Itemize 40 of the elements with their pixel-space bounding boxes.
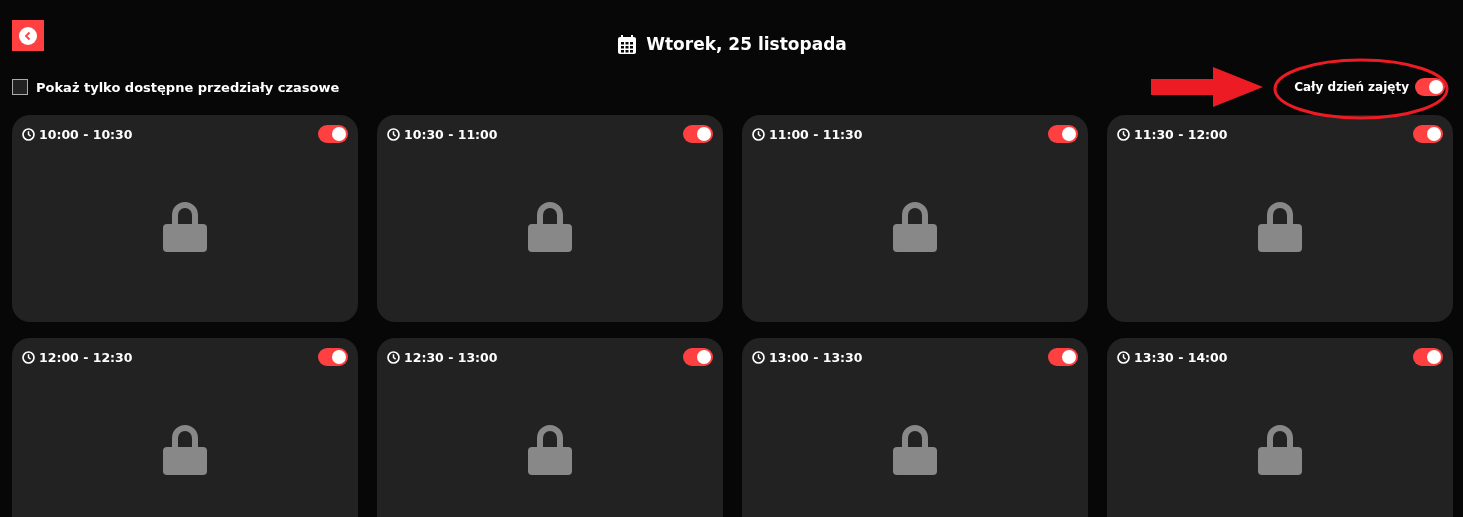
clock-icon [752, 127, 765, 141]
slot-time: 11:30 - 12:00 [1134, 126, 1228, 142]
lock-icon [528, 199, 572, 252]
slot-toggle[interactable] [1413, 348, 1443, 366]
clock-icon [1117, 127, 1130, 141]
calendar-icon [618, 34, 637, 54]
lock-icon [163, 199, 207, 252]
date-title: Wtorek, 25 listopada [646, 34, 847, 54]
slot-toggle[interactable] [683, 125, 713, 143]
slot-toggle[interactable] [318, 348, 348, 366]
full-day-toggle[interactable] [1415, 78, 1445, 96]
slot-time: 12:00 - 12:30 [39, 349, 133, 365]
clock-icon [22, 350, 35, 364]
checkbox[interactable] [12, 79, 28, 95]
clock-icon [1117, 350, 1130, 364]
slot-toggle[interactable] [1048, 125, 1078, 143]
lock-icon [893, 422, 937, 475]
clock-icon [387, 127, 400, 141]
slot-toggle[interactable] [683, 348, 713, 366]
lock-icon [528, 422, 572, 475]
slot-time: 10:30 - 11:00 [404, 126, 498, 142]
lock-icon [1258, 199, 1302, 252]
slot-toggle[interactable] [318, 125, 348, 143]
clock-icon [387, 350, 400, 364]
lock-icon [1258, 422, 1302, 475]
back-button[interactable] [12, 20, 44, 51]
lock-icon [163, 422, 207, 475]
slot-time: 13:30 - 14:00 [1134, 349, 1228, 365]
slot-time: 13:00 - 13:30 [769, 349, 863, 365]
clock-icon [752, 350, 765, 364]
chevron-left-icon [19, 26, 37, 45]
lock-icon [893, 199, 937, 252]
slot-toggle[interactable] [1048, 348, 1078, 366]
clock-icon [22, 127, 35, 141]
slot-time: 12:30 - 13:00 [404, 349, 498, 365]
slot-toggle[interactable] [1413, 125, 1443, 143]
full-day-label: Cały dzień zajęty [1294, 80, 1409, 94]
slot-time: 10:00 - 10:30 [39, 126, 133, 142]
filter-label: Pokaż tylko dostępne przedziały czasowe [36, 79, 340, 95]
slot-time: 11:00 - 11:30 [769, 126, 863, 142]
